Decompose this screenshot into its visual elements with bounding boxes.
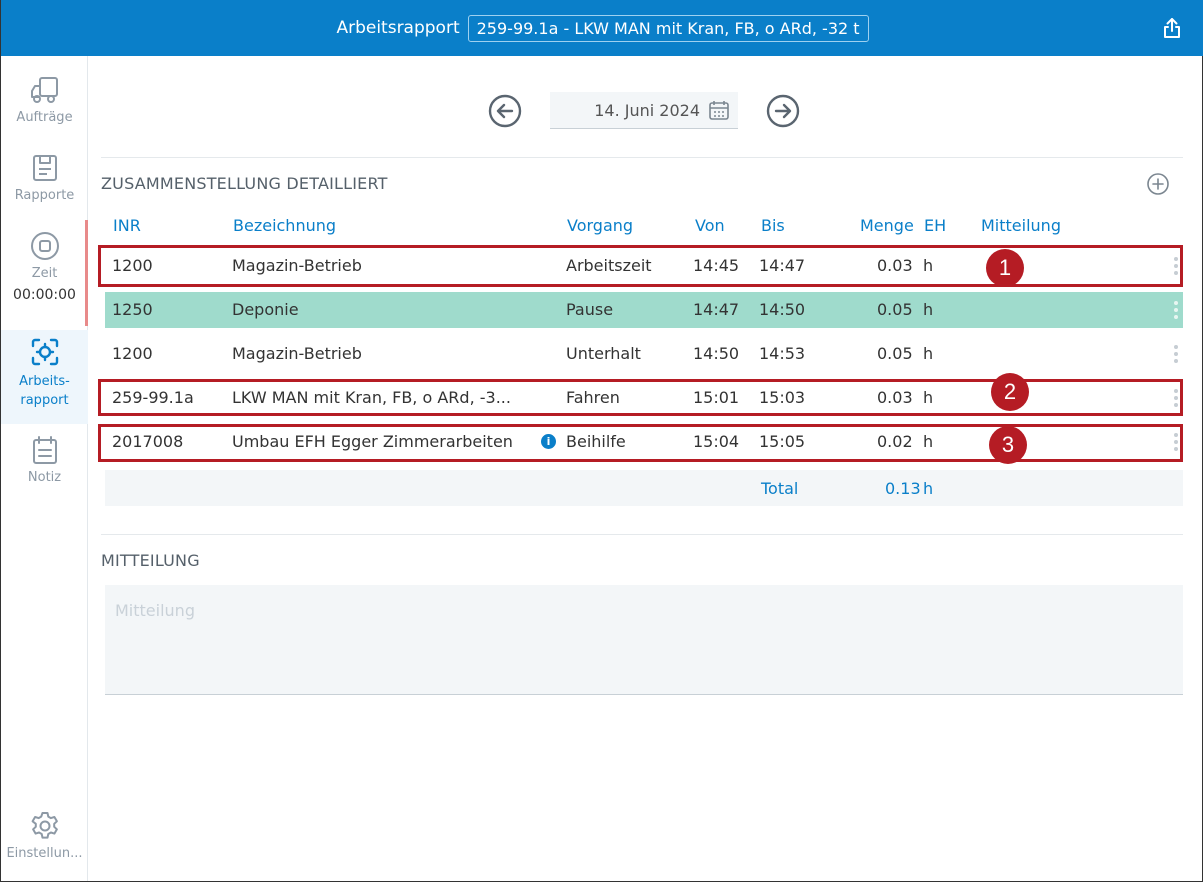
sidebar-item-label: Notiz [27,470,62,485]
column-header-vorgang[interactable]: Vorgang [567,216,633,235]
sidebar-item-einstellungen[interactable]: Einstellun... [1,810,88,861]
mitteilung-placeholder: Mitteilung [115,601,195,620]
date-picker[interactable]: 14. Juni 2024 [550,92,738,129]
cell-inr: 1200 [112,344,153,363]
summary-section-title: ZUSAMMENSTELLUNG DETAILLIERT [101,174,388,193]
cell-inr: 1250 [112,300,153,319]
table-row[interactable]: 1200 Magazin-Betrieb Unterhalt 14:50 14:… [105,336,1183,372]
cell-bezeichnung: Deponie [232,300,299,319]
column-header-von[interactable]: Von [695,216,725,235]
timer-value: 00:00:00 [13,287,76,303]
sidebar-item-label: Einstellun... [6,846,83,861]
cell-bezeichnung: Magazin-Betrieb [232,344,362,363]
sidebar-item-label: Aufträge [16,110,73,125]
cell-menge: 0.05 [877,300,913,319]
date-value: 14. Juni 2024 [594,100,700,120]
cell-eh: h [923,300,934,319]
sidebar-item-zeit[interactable]: Zeit 00:00:00 [1,230,88,303]
cell-menge: 0.05 [877,344,913,363]
arrow-right-circle-icon[interactable] [766,94,800,128]
callout-badge-2: 2 [991,373,1029,411]
cell-vorgang: Pause [566,300,614,319]
calendar-note-icon [32,436,57,464]
sidebar: Aufträge Rapporte Zeit 00:00:00 Arbeits-… [1,56,88,881]
total-row: Total 0.13 h [105,470,1183,506]
mitteilung-textarea[interactable]: Mitteilung [105,585,1183,695]
column-header-bezeichnung[interactable]: Bezeichnung [233,216,336,235]
cell-vorgang: Unterhalt [566,344,641,363]
mitteilung-section-title: MITTEILUNG [101,551,200,570]
callout-badge-1: 1 [986,249,1024,287]
callout-badge-3: 3 [989,426,1027,464]
timer-accent-bar [85,220,88,326]
total-eh: h [923,479,934,498]
cell-von: 14:47 [693,300,740,319]
date-navigation: 14. Juni 2024 [89,92,1202,132]
total-label: Total [761,479,799,498]
cell-bis: 14:50 [759,300,806,319]
section-divider [101,534,1183,535]
page-title: Arbeitsrapport [336,18,460,38]
table-row[interactable]: 1250 Deponie Pause 14:47 14:50 0.05 h [105,292,1183,328]
arrow-left-circle-icon[interactable] [488,94,522,128]
total-value: 0.13 [885,479,921,498]
cell-eh: h [923,344,934,363]
sidebar-item-auftraege[interactable]: Aufträge [1,74,88,125]
add-circle-icon[interactable] [1146,172,1170,196]
column-header-inr[interactable]: INR [113,216,141,235]
top-bar: Arbeitsrapport 259-99.1a - LKW MAN mit K… [1,0,1203,56]
sidebar-item-label: Zeit [31,266,58,281]
calendar-icon [709,101,729,120]
sidebar-item-notiz[interactable]: Notiz [1,434,88,485]
more-vertical-icon[interactable] [1173,300,1179,320]
cell-von: 14:50 [693,344,740,363]
sidebar-item-label: Arbeits- rapport [19,374,70,408]
table-header: INR Bezeichnung Vorgang Von Bis Menge EH… [105,216,1183,240]
column-header-mitteilung[interactable]: Mitteilung [981,216,1061,235]
sidebar-item-rapporte[interactable]: Rapporte [1,152,88,203]
column-header-menge[interactable]: Menge [860,216,914,235]
column-header-bis[interactable]: Bis [761,216,785,235]
share-icon[interactable] [1160,16,1184,40]
sidebar-item-arbeitsrapport[interactable]: Arbeits- rapport [1,330,88,424]
gear-icon [31,812,58,839]
sidebar-item-label: Rapporte [14,188,75,203]
cell-bis: 14:53 [759,344,806,363]
target-icon [31,338,58,366]
more-vertical-icon[interactable] [1173,344,1179,364]
app-window: Arbeitsrapport 259-99.1a - LKW MAN mit K… [0,0,1203,882]
main-content: 14. Juni 2024 ZUSAMMENSTELLUNG DETAILLIE… [89,56,1202,881]
section-divider [101,157,1183,158]
stop-circle-icon [30,232,59,260]
truck-icon [30,77,58,103]
order-selector[interactable]: 259-99.1a - LKW MAN mit Kran, FB, o ARd,… [467,14,869,42]
column-header-eh[interactable]: EH [924,216,946,235]
clipboard-icon [32,155,57,181]
